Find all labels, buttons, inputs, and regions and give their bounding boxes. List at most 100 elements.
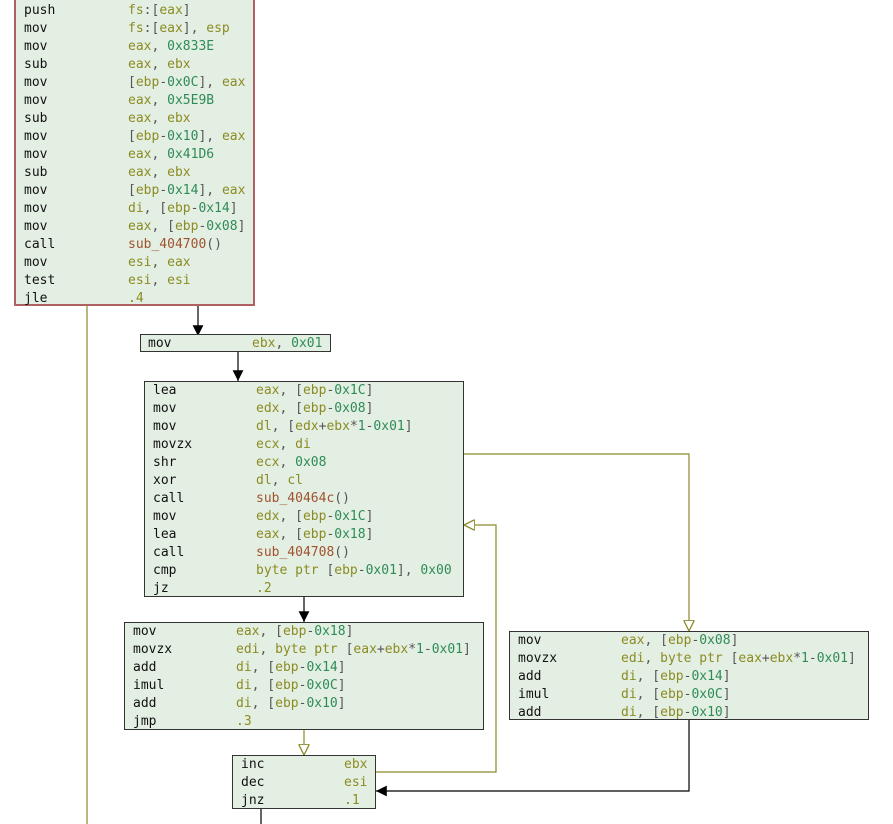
instruction-row[interactable]: shr ecx, 0x08 <box>145 454 463 472</box>
block-init[interactable]: mov ebx, 0x01 <box>140 334 331 352</box>
instruction-operands: eax, [ebp-0x08] <box>128 219 246 234</box>
instruction-mnemonic: call <box>153 491 185 506</box>
instruction-operands: fs:[eax] <box>128 3 191 18</box>
instruction-mnemonic: mov <box>133 624 157 639</box>
block-left[interactable]: mov eax, [ebp-0x18] movzx edi, byte ptr [ea… <box>124 622 484 730</box>
instruction-mnemonic: mov <box>148 336 172 351</box>
instruction-row[interactable]: xor dl, cl <box>145 472 463 490</box>
instruction-operands: eax, 0x41D6 <box>128 147 215 162</box>
instruction-operands: eax, [ebp-0x18] <box>236 624 354 639</box>
instruction-row[interactable]: mov eax, 0x41D6 <box>16 146 253 164</box>
instruction-row[interactable]: movzx edi, byte ptr [eax+ebx*1-0x01] <box>510 650 868 668</box>
instruction-operands: di, [ebp-0x14] <box>236 660 346 675</box>
instruction-row[interactable]: push fs:[eax] <box>16 2 253 20</box>
instruction-row[interactable]: call sub_404700() <box>16 236 253 254</box>
instruction-row[interactable]: add di, [ebp-0x14] <box>510 668 868 686</box>
instruction-row[interactable]: sub eax, ebx <box>16 56 253 74</box>
instruction-row[interactable]: mov esi, eax <box>16 254 253 272</box>
instruction-row[interactable]: lea eax, [ebp-0x1C] <box>145 382 463 400</box>
instruction-row[interactable]: test esi, esi <box>16 272 253 290</box>
instruction-operands: ebx <box>344 757 368 772</box>
instruction-mnemonic: cmp <box>153 563 177 578</box>
instruction-row[interactable]: call sub_40464c() <box>145 490 463 508</box>
instruction-mnemonic: xor <box>153 473 177 488</box>
instruction-row[interactable]: sub eax, ebx <box>16 164 253 182</box>
instruction-row[interactable]: mov eax, [ebp-0x18] <box>125 623 483 641</box>
instruction-row[interactable]: mov [ebp-0x0C], eax <box>16 74 253 92</box>
instruction-operands: edi, byte ptr [eax+ebx*1-0x01] <box>621 651 856 666</box>
instruction-row[interactable]: call sub_404708() <box>145 544 463 562</box>
instruction-row[interactable]: mov ebx, 0x01 <box>141 335 330 353</box>
instruction-operands: eax, [ebp-0x08] <box>621 633 739 648</box>
instruction-operands: edi, byte ptr [eax+ebx*1-0x01] <box>236 642 471 657</box>
instruction-row[interactable]: movzx ecx, di <box>145 436 463 454</box>
instruction-row[interactable]: jnz .1 <box>233 792 375 810</box>
instruction-mnemonic: mov <box>153 509 177 524</box>
block-entry[interactable]: push fs:[eax] mov fs:[eax], esp mov eax, 0x83… <box>14 0 255 306</box>
instruction-operands: ebx, 0x01 <box>252 336 323 351</box>
instruction-row[interactable]: jmp .3 <box>125 713 483 731</box>
instruction-row[interactable]: mov edx, [ebp-0x1C] <box>145 508 463 526</box>
instruction-row[interactable]: mov fs:[eax], esp <box>16 20 253 38</box>
instruction-row[interactable]: imul di, [ebp-0x0C] <box>510 686 868 704</box>
edge-loop-to-right <box>464 453 689 631</box>
instruction-operands: di, [ebp-0x14] <box>128 201 238 216</box>
instruction-row[interactable]: mov [ebp-0x10], eax <box>16 128 253 146</box>
instruction-row[interactable]: mov eax, [ebp-0x08] <box>16 218 253 236</box>
instruction-operands: sub_404708() <box>256 545 350 560</box>
instruction-mnemonic: jz <box>153 581 169 596</box>
instruction-mnemonic: mov <box>24 75 48 90</box>
instruction-row[interactable]: add di, [ebp-0x14] <box>125 659 483 677</box>
instruction-row[interactable]: imul di, [ebp-0x0C] <box>125 677 483 695</box>
instruction-mnemonic: add <box>133 696 157 711</box>
instruction-operands: dl, [edx+ebx*1-0x01] <box>256 419 413 434</box>
instruction-row[interactable]: movzx edi, byte ptr [eax+ebx*1-0x01] <box>125 641 483 659</box>
instruction-row[interactable]: mov eax, [ebp-0x08] <box>510 632 868 650</box>
block-loop[interactable]: lea eax, [ebp-0x1C] mov edx, [ebp-0x08] mov d… <box>144 381 464 597</box>
instruction-row[interactable]: mov dl, [edx+ebx*1-0x01] <box>145 418 463 436</box>
instruction-mnemonic: mov <box>24 147 48 162</box>
instruction-row[interactable]: mov eax, 0x5E9B <box>16 92 253 110</box>
instruction-row[interactable]: jz .2 <box>145 580 463 598</box>
block-tail[interactable]: inc ebx dec esi jnz .1 <box>232 755 376 809</box>
instruction-operands: [ebp-0x14], eax <box>128 183 246 198</box>
instruction-row[interactable]: cmp byte ptr [ebp-0x01], 0x00 <box>145 562 463 580</box>
instruction-operands: eax, 0x5E9B <box>128 93 215 108</box>
instruction-row[interactable]: inc ebx <box>233 756 375 774</box>
instruction-mnemonic: lea <box>153 383 177 398</box>
instruction-row[interactable]: dec esi <box>233 774 375 792</box>
instruction-row[interactable]: mov edx, [ebp-0x08] <box>145 400 463 418</box>
instruction-operands: ecx, di <box>256 437 311 452</box>
instruction-mnemonic: movzx <box>133 642 173 657</box>
instruction-mnemonic: sub <box>24 111 48 126</box>
instruction-mnemonic: sub <box>24 165 48 180</box>
instruction-operands: di, [ebp-0x0C] <box>236 678 346 693</box>
instruction-operands: dl, cl <box>256 473 303 488</box>
instruction-operands: eax, [ebp-0x1C] <box>256 383 374 398</box>
instruction-row[interactable]: mov di, [ebp-0x14] <box>16 200 253 218</box>
instruction-operands: fs:[eax], esp <box>128 21 230 36</box>
instruction-operands: edx, [ebp-0x08] <box>256 401 374 416</box>
instruction-mnemonic: add <box>518 669 542 684</box>
instruction-mnemonic: jmp <box>133 714 157 729</box>
instruction-row[interactable]: mov [ebp-0x14], eax <box>16 182 253 200</box>
instruction-operands: sub_40464c() <box>256 491 350 506</box>
instruction-operands: eax, 0x833E <box>128 39 215 54</box>
instruction-row[interactable]: lea eax, [ebp-0x18] <box>145 526 463 544</box>
instruction-row[interactable]: mov eax, 0x833E <box>16 38 253 56</box>
instruction-mnemonic: movzx <box>518 651 558 666</box>
instruction-mnemonic: add <box>518 705 542 720</box>
block-right[interactable]: mov eax, [ebp-0x08] movzx edi, byte ptr [ea… <box>509 631 869 720</box>
instruction-row[interactable]: sub eax, ebx <box>16 110 253 128</box>
instruction-row[interactable]: add di, [ebp-0x10] <box>125 695 483 713</box>
instruction-row[interactable]: add di, [ebp-0x10] <box>510 704 868 722</box>
instruction-operands: ecx, 0x08 <box>256 455 327 470</box>
instruction-operands: di, [ebp-0x10] <box>236 696 346 711</box>
instruction-operands: eax, ebx <box>128 165 191 180</box>
instruction-mnemonic: shr <box>153 455 177 470</box>
instruction-operands: esi, eax <box>128 255 191 270</box>
instruction-row[interactable]: jle .4 <box>16 290 253 308</box>
instruction-mnemonic: inc <box>241 757 265 772</box>
instruction-mnemonic: mov <box>24 129 48 144</box>
instruction-operands: eax, [ebp-0x18] <box>256 527 374 542</box>
